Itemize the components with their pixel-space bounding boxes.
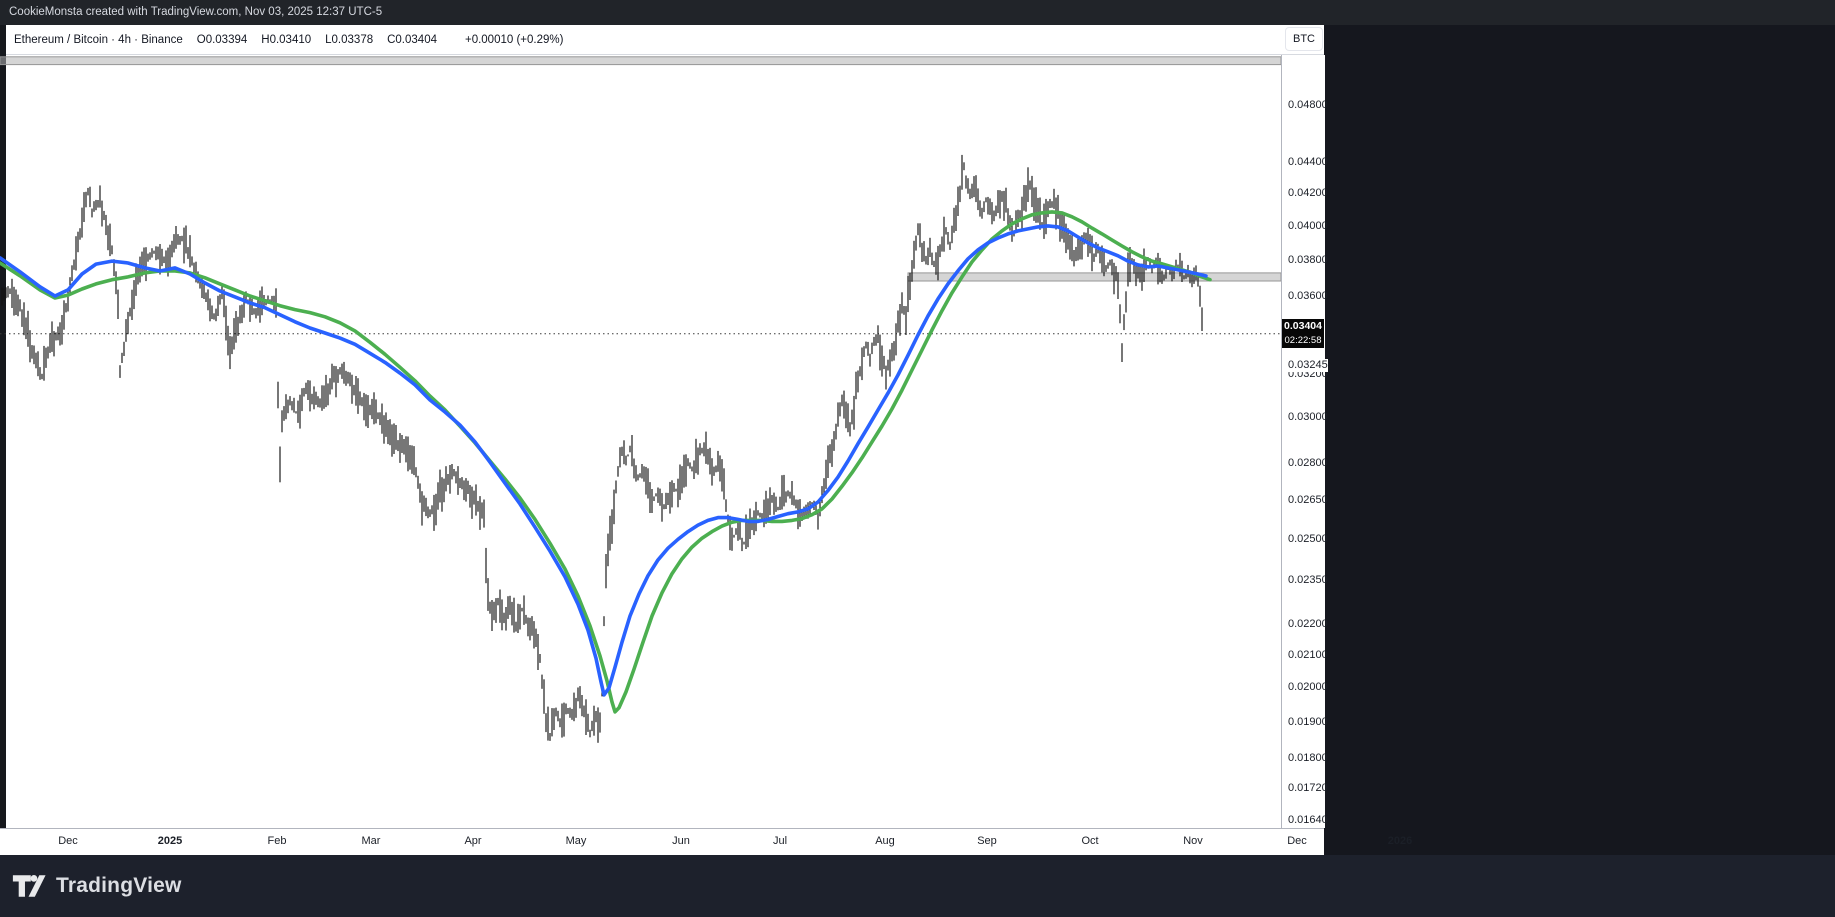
price-tick-label: 0.04400 — [1288, 156, 1328, 169]
time-tick-label: Dec — [1287, 835, 1307, 847]
ohlc-value: O0.03394 — [196, 33, 248, 46]
price-tick-label: 0.04200 — [1288, 187, 1328, 200]
price-tick-label: 0.03800 — [1288, 254, 1328, 267]
time-tick-label: 2026 — [1387, 835, 1413, 847]
time-tick-label: Dec — [58, 835, 78, 847]
time-tick-label: Sep — [977, 835, 997, 847]
time-tick-label: May — [565, 835, 587, 847]
price-axis[interactable]: 0.04800 0.04400 0.04200 0.04000 0.03800 0.036… — [1281, 55, 1328, 828]
time-tick-label: 2025 — [157, 835, 183, 847]
snapshot-banner: CookieMonsta created with TradingView.co… — [0, 0, 1835, 25]
currency-toggle-label: BTC — [1293, 33, 1315, 45]
price-tick-label: 0.03000 — [1288, 411, 1328, 424]
time-axis[interactable]: Dec 2025 Feb Mar Apr May Jun Jul Aug Sep Oct Nov Dec… — [0, 828, 1412, 855]
price-tick-label: 0.02350 — [1288, 574, 1328, 586]
ohlc-value: L0.03378 — [325, 33, 374, 46]
tradingview-brand-text[interactable]: TradingView — [56, 874, 182, 898]
ohlc-values: O0.03394 H0.03410 L0.03378 C0.03404 — [197, 34, 451, 46]
price-tick-label: 0.02100 — [1288, 648, 1328, 661]
price-tick-label: 0.01900 — [1288, 715, 1328, 728]
price-tick-label: 0.04800 — [1288, 98, 1328, 111]
price-tick-label: 0.01800 — [1288, 751, 1328, 764]
time-tick-label: Feb — [267, 835, 287, 847]
last-price-badge: 0.03404 02:22:58 — [1282, 319, 1324, 348]
price-tick-label: 0.02650 — [1288, 494, 1328, 506]
price-tick-label: 0.01720 — [1288, 781, 1328, 794]
time-tick-label: Jun — [672, 835, 690, 847]
time-tick-label: Apr — [464, 835, 482, 847]
bar-countdown: 02:22:58 — [1284, 335, 1322, 346]
candle-series — [1, 154, 1203, 743]
symbol-header: Ethereum / Bitcoin · 4h · Binance O0.033… — [6, 25, 1324, 55]
price-tick-label: 0.03600 — [1288, 290, 1328, 303]
price-tick-label: 0.02500 — [1288, 532, 1328, 545]
ohlc-value: H0.03410 — [261, 33, 312, 46]
ohlc-value: C0.03404 — [387, 33, 437, 46]
time-tick-label: Jul — [772, 835, 788, 847]
price-level-label: 0.03245 — [1288, 358, 1328, 372]
rectangle-drawing[interactable] — [0, 56, 1281, 66]
tradingview-logo-icon[interactable] — [12, 873, 46, 899]
currency-toggle-button[interactable]: BTC — [1285, 27, 1323, 51]
tradingview-snapshot: CookieMonsta created with TradingView.co… — [0, 0, 1835, 917]
price-change: +0.00010 (+0.29%) — [464, 33, 564, 46]
price-tick-label: 0.02200 — [1288, 617, 1328, 630]
price-tick-label: 0.04000 — [1288, 219, 1328, 232]
price-tick-label: 0.02000 — [1288, 681, 1328, 694]
price-tick-label: 0.02800 — [1288, 457, 1328, 470]
footer-bar: TradingView — [0, 855, 1835, 917]
time-tick-label: Aug — [875, 835, 895, 847]
banner-text: CookieMonsta created with TradingView.co… — [9, 6, 383, 18]
time-tick-label: Mar — [361, 835, 381, 847]
price-tick-label: 0.01640 — [1288, 813, 1328, 826]
time-tick-label: Oct — [1081, 835, 1099, 847]
symbol-title[interactable]: Ethereum / Bitcoin · 4h · Binance — [14, 34, 183, 46]
time-tick-label: Nov — [1183, 835, 1203, 847]
chart-pane[interactable] — [0, 55, 1281, 828]
last-price-value: 0.03404 — [1284, 320, 1322, 332]
ma-slow-green-line — [0, 210, 1212, 714]
ma-fast-blue-line — [0, 224, 1208, 697]
